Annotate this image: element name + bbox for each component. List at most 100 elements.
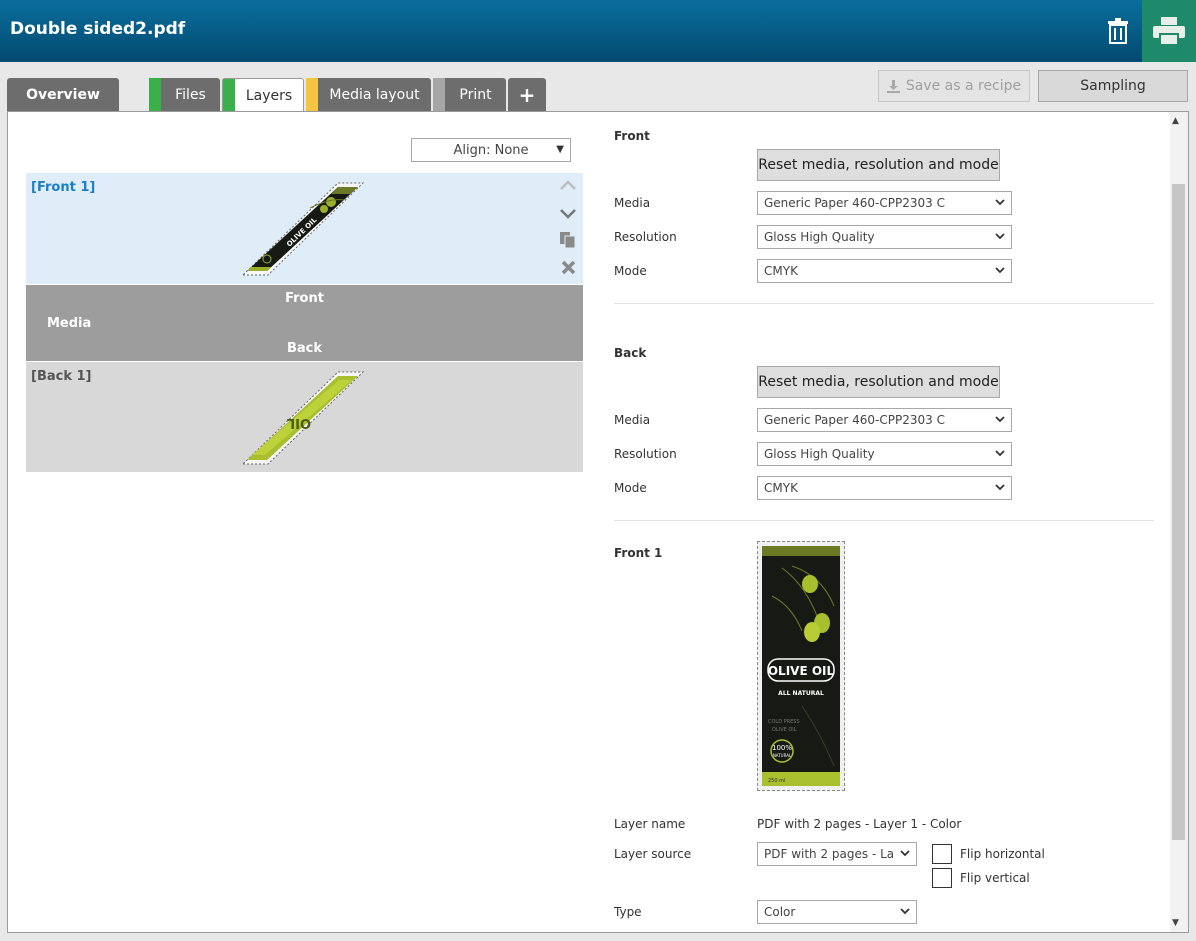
layer-source-select[interactable]: PDF with 2 pages - Layer 1 - Color [757, 842, 917, 866]
preview-brand: OLIVE OIL [768, 664, 835, 678]
front-mode-label: Mode [614, 264, 647, 278]
flip-horizontal-checkbox[interactable] [932, 844, 952, 864]
preview-badge-top: 100% [772, 744, 792, 752]
chevron-down-icon [995, 416, 1005, 423]
layer-preview: OLIVE OIL ALL NATURAL COLD PRESS OLIVE O… [757, 541, 845, 791]
align-select[interactable]: Align: None ▼ [411, 138, 571, 162]
flip-vertical-checkbox[interactable] [932, 868, 952, 888]
front-resolution-select[interactable]: Gloss High Quality [757, 225, 1012, 249]
sampling-label: Sampling [1080, 78, 1146, 94]
tab-files[interactable]: Files [149, 78, 220, 112]
front-media-value: Generic Paper 460-CPP2303 C [764, 196, 945, 210]
front-reset-button[interactable]: Reset media, resolution and mode [757, 149, 1000, 181]
back-mode-select[interactable]: CMYK [757, 476, 1012, 500]
preview-line2: OLIVE OIL [772, 727, 797, 733]
front-media-select[interactable]: Generic Paper 460-CPP2303 C [757, 191, 1012, 215]
sampling-button[interactable]: Sampling [1038, 70, 1188, 102]
preview-line1: COLD PRESS [768, 719, 800, 725]
back-media-select[interactable]: Generic Paper 460-CPP2303 C [757, 408, 1012, 432]
front-reset-label: Reset media, resolution and mode [758, 157, 999, 173]
type-value: Color [764, 905, 796, 919]
print-button[interactable] [1142, 0, 1196, 62]
front-section-title: Front [614, 129, 650, 143]
add-tab-button[interactable]: + [508, 78, 546, 112]
chevron-down-icon [900, 908, 910, 915]
preview-volume: 250 ml [768, 778, 785, 784]
front-resolution-value: Gloss High Quality [764, 230, 875, 244]
layers-panel: Align: None ▼ [Front 1] OLIVE OIL Front … [7, 111, 1189, 933]
tab-print[interactable]: Print [433, 78, 506, 112]
remove-layer-button[interactable] [558, 257, 578, 277]
back-thumbnail: OIL [241, 371, 365, 465]
back-mode-label: Mode [614, 481, 647, 495]
printer-icon [1153, 17, 1185, 45]
tab-label: Files [175, 87, 206, 103]
duplicate-button[interactable] [558, 230, 578, 250]
back-layer-row[interactable]: [Back 1] OIL [26, 362, 583, 472]
chevron-down-icon [898, 846, 912, 860]
status-marker [223, 79, 235, 113]
status-marker [433, 78, 445, 112]
chevron-down-icon [995, 267, 1005, 274]
tab-label: Layers [245, 88, 293, 104]
tab-label: Print [459, 87, 492, 103]
chevron-down-icon [995, 199, 1005, 206]
front-media-label: Media [614, 196, 651, 210]
front-mode-select[interactable]: CMYK [757, 259, 1012, 283]
chevron-down-icon [995, 484, 1005, 491]
chevron-down-icon [995, 233, 1005, 240]
type-label: Type [614, 905, 642, 919]
tab-label: Media layout [329, 87, 420, 103]
move-down-button[interactable] [558, 203, 578, 223]
back-resolution-select[interactable]: Gloss High Quality [757, 442, 1012, 466]
status-marker [306, 78, 318, 112]
front-mode-value: CMYK [764, 264, 798, 278]
back-reset-label: Reset media, resolution and mode [758, 374, 999, 390]
media-bar-back-label: Back [286, 341, 323, 356]
save-as-recipe-button[interactable]: Save as a recipe [878, 70, 1030, 102]
back-resolution-value: Gloss High Quality [764, 447, 875, 461]
dropdown-arrow-icon: ▼ [556, 144, 564, 155]
label-artwork: OLIVE OIL ALL NATURAL COLD PRESS OLIVE O… [762, 546, 840, 786]
scroll-up-arrow-icon[interactable]: ▲ [1172, 116, 1179, 126]
scrollbar-thumb[interactable] [1172, 184, 1185, 840]
tab-overview[interactable]: Overview [7, 78, 119, 112]
download-icon [886, 79, 900, 93]
type-select[interactable]: Color [757, 900, 917, 924]
tab-label: Overview [26, 87, 100, 103]
layer-name-label: Layer name [614, 817, 686, 831]
back-mode-value: CMYK [764, 481, 798, 495]
divider [614, 303, 1154, 304]
back-media-value: Generic Paper 460-CPP2303 C [764, 413, 945, 427]
back-media-label: Media [614, 413, 651, 427]
delete-button[interactable] [1094, 0, 1142, 62]
tab-media-layout[interactable]: Media layout [306, 78, 431, 112]
layer-name-value: PDF with 2 pages - Layer 1 - Color [757, 817, 962, 831]
preview-badge-bottom: NATURAL [773, 753, 792, 758]
layer-source-label: Layer source [614, 847, 692, 861]
scroll-down-arrow-icon[interactable]: ▼ [1172, 918, 1179, 928]
divider [614, 520, 1154, 521]
chevron-down-icon [995, 450, 1005, 457]
move-up-button[interactable] [558, 175, 578, 195]
back-resolution-label: Resolution [614, 447, 677, 461]
layer-source-value: PDF with 2 pages - Layer 1 - Color [764, 847, 894, 861]
align-value: Align: None [453, 142, 529, 158]
front-layer-row[interactable]: [Front 1] OLIVE OIL [26, 173, 583, 284]
tab-layers[interactable]: Layers [222, 78, 304, 113]
plus-icon: + [518, 83, 536, 107]
layer-section-title: Front 1 [614, 546, 663, 560]
flip-horizontal-label: Flip horizontal [960, 847, 1045, 861]
app-header: Double sided2.pdf [0, 0, 1196, 62]
chevron-down-icon [560, 209, 576, 219]
chevron-up-icon [560, 180, 576, 190]
back-reset-button[interactable]: Reset media, resolution and mode [757, 366, 1000, 398]
save-as-recipe-label: Save as a recipe [905, 78, 1022, 94]
status-marker [149, 78, 161, 112]
document-title: Double sided2.pdf [10, 19, 186, 39]
trash-icon [1108, 18, 1128, 44]
front-resolution-label: Resolution [614, 230, 677, 244]
media-bar: Front Media Back [26, 285, 583, 361]
close-icon [561, 260, 575, 274]
media-bar-front-label: Front [285, 291, 324, 306]
